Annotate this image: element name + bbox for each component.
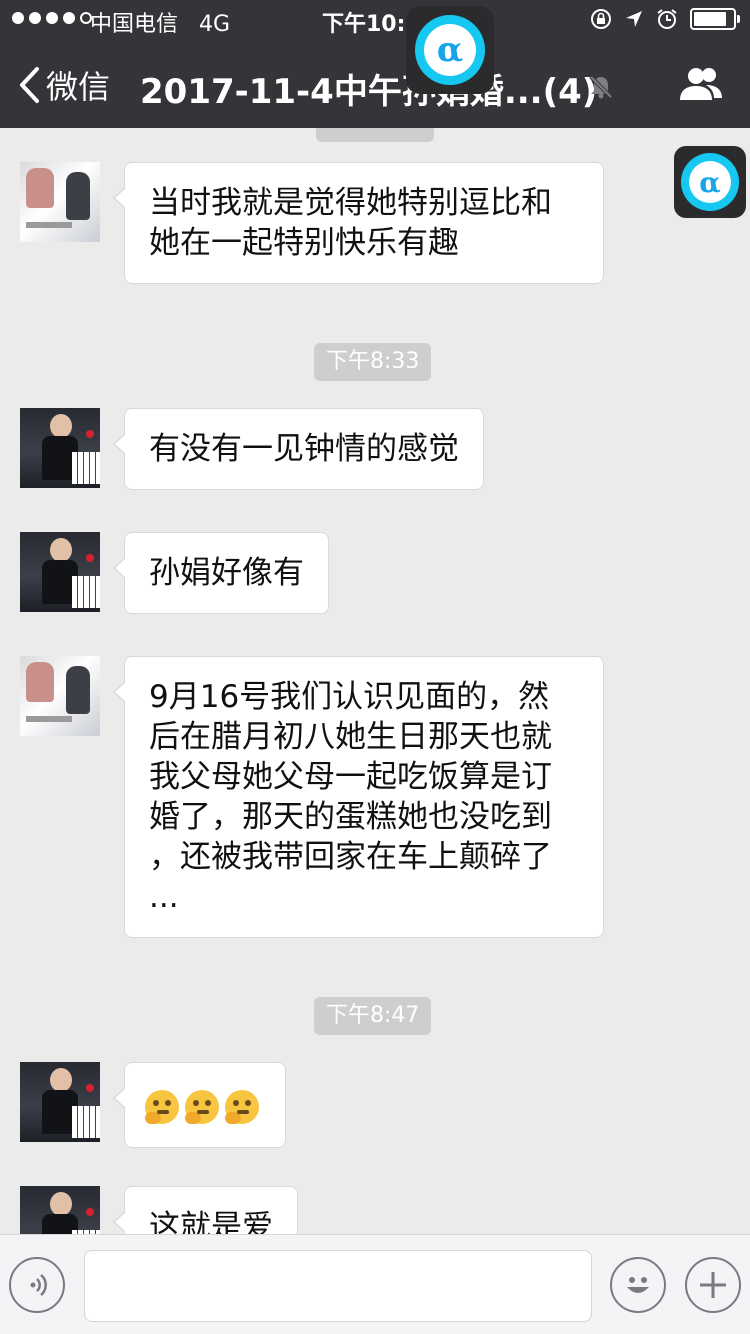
sender-avatar[interactable] (20, 532, 100, 612)
message-line: 孙娟好像有 (149, 555, 304, 591)
signal-strength-icon (12, 12, 92, 24)
message-line: 她在一起特别快乐有趣 (149, 225, 459, 261)
message-bubble[interactable]: 当时我就是觉得她特别逗比和 她在一起特别快乐有趣 (113, 162, 604, 284)
input-bar (0, 1234, 750, 1334)
network-type: 4G (199, 12, 231, 37)
sender-avatar[interactable] (20, 162, 100, 242)
voice-input-button[interactable] (9, 1257, 65, 1313)
battery-icon (690, 8, 740, 30)
message-line: ，还被我带回家在车上颠碎了 (149, 839, 552, 875)
message-bubble[interactable]: 9月16号我们认识见面的，然 后在腊月初八她生日那天也就 我父母她父母一起吃饭算… (113, 656, 604, 938)
alarm-clock-icon (657, 9, 677, 29)
message-line: 后在腊月初八她生日那天也就 (149, 719, 552, 755)
thinking-face-emoji (145, 1089, 179, 1124)
message-line: 9月16号我们认识见面的，然 (149, 679, 550, 715)
thinking-face-emoji (185, 1089, 219, 1124)
message-bubble[interactable]: 这就是爱 (113, 1186, 298, 1234)
alpha-icon: α (424, 24, 476, 76)
more-options-button[interactable] (685, 1257, 741, 1313)
back-button[interactable]: 微信 (18, 62, 110, 108)
message-bubble[interactable]: 有没有一见钟情的感觉 (113, 408, 484, 490)
group-members-icon[interactable] (676, 64, 726, 104)
top-bar: 中国电信 4G 下午10:18 微信 2017-11-4中午孙娟婚...(4) (0, 0, 750, 128)
timestamp-pill-partial (316, 128, 434, 142)
navigation-bar: 微信 2017-11-4中午孙娟婚...(4) (0, 40, 750, 128)
plus-icon (700, 1272, 726, 1298)
sender-avatar[interactable] (20, 656, 100, 736)
sender-avatar[interactable] (20, 1062, 100, 1142)
message-bubble[interactable]: 孙娟好像有 (113, 532, 329, 614)
message-line: 我父母她父母一起吃饭算是订 (149, 759, 552, 795)
back-label: 微信 (46, 68, 111, 106)
emoji-button[interactable] (610, 1257, 666, 1313)
carrier-name: 中国电信 4G (90, 12, 231, 37)
message-line: 婚了，那天的蛋糕她也没吃到 (149, 799, 552, 835)
voice-input-icon (30, 1274, 47, 1296)
timestamp-pill: 下午8:47 (314, 997, 432, 1035)
sender-avatar[interactable] (20, 1186, 100, 1234)
floating-assistant-button[interactable]: α (406, 6, 494, 94)
chevron-left-icon (20, 67, 39, 103)
status-bar: 中国电信 4G 下午10:18 (0, 0, 750, 40)
chat-title: 2017-11-4中午孙娟婚...(4) (140, 72, 598, 112)
thinking-face-emoji (225, 1089, 259, 1124)
timestamp-pill: 下午8:33 (314, 343, 432, 381)
emoji-smile-icon (627, 1277, 649, 1293)
message-line: ... (149, 879, 179, 915)
message-input[interactable] (84, 1250, 592, 1322)
message-line: 当时我就是觉得她特别逗比和 (149, 185, 552, 221)
message-bubble[interactable] (113, 1062, 286, 1148)
message-line: 有没有一见钟情的感觉 (149, 431, 459, 467)
sender-avatar[interactable] (20, 408, 100, 488)
message-line: 这就是爱 (149, 1209, 273, 1234)
chat-area[interactable]: 当时我就是觉得她特别逗比和 她在一起特别快乐有趣 下午8:33 有没有一见钟情的… (0, 128, 750, 1234)
lock-rotation-icon (591, 9, 611, 29)
mute-bell-icon (589, 75, 613, 99)
location-arrow-icon (626, 11, 642, 27)
